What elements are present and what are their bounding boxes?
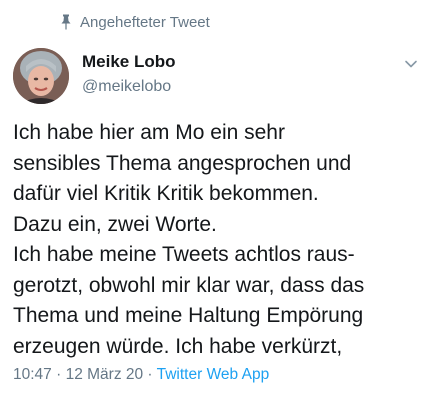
pinned-label: Angehefteter Tweet bbox=[80, 13, 210, 31]
author-name[interactable]: Meike Lobo bbox=[82, 52, 176, 72]
author-handle[interactable]: @meikelobo bbox=[82, 78, 171, 96]
tweet-text: Ich habe hier am Mo ein sehr sensibles T… bbox=[13, 118, 423, 362]
tweet-line: Ich habe meine Tweets achtlos raus- bbox=[13, 243, 355, 266]
tweet-line: Dazu ein, zwei Worte. bbox=[13, 212, 217, 236]
tweet-line: gerotzt, obwohl mir klar war, dass das bbox=[13, 273, 365, 297]
meta-separator: · bbox=[143, 366, 157, 383]
tweet-time: 10:47 bbox=[13, 366, 52, 383]
tweet-line: sensibles Thema angesprochen und bbox=[13, 151, 352, 175]
tweet-source-link[interactable]: Twitter Web App bbox=[157, 366, 270, 383]
tweet-line: Ich habe hier am Mo ein sehr bbox=[13, 121, 285, 144]
tweet-date: 12 März 20 bbox=[65, 366, 144, 383]
tweet-line: Thema und meine Haltung Empörung bbox=[13, 304, 364, 327]
meta-separator: · bbox=[51, 366, 66, 383]
tweet-meta: 10:47 · 12 März 20 · Twitter Web App bbox=[13, 366, 269, 384]
chevron-down-icon[interactable] bbox=[404, 56, 418, 68]
pin-icon bbox=[60, 14, 72, 30]
tweet-line: erzeugen würde. Ich habe verkürzt, bbox=[13, 334, 343, 358]
pinned-indicator: Angehefteter Tweet bbox=[60, 12, 210, 32]
tweet-line: dafür viel Kritik Kritik bekommen. bbox=[13, 182, 319, 205]
avatar[interactable] bbox=[13, 48, 69, 104]
